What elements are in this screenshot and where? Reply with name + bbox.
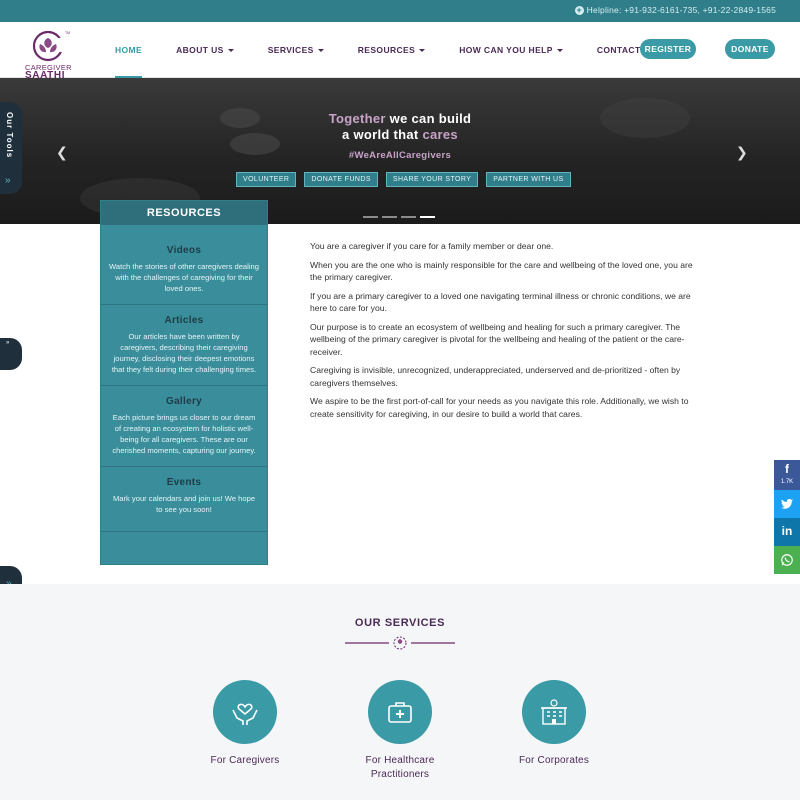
intro-paragraph: Our purpose is to create an ecosystem of… [310, 321, 685, 357]
register-button[interactable]: REGISTER [640, 39, 696, 59]
nav-resources[interactable]: RESOURCES [347, 22, 436, 78]
nav-services-label: SERVICES [267, 45, 314, 55]
donate-button[interactable]: DONATE [725, 39, 775, 59]
top-bar: + Helpline: +91-932-6161-735, +91-22-284… [0, 0, 800, 22]
resources-section-text: Each picture brings us closer to our dre… [112, 413, 256, 455]
resources-gallery[interactable]: Gallery Each picture brings us closer to… [101, 386, 267, 467]
twitter-icon [781, 498, 793, 509]
share-your-story-button[interactable]: SHARE YOUR STORY [385, 172, 479, 187]
nav-about-us-label: ABOUT US [176, 45, 224, 55]
main-nav: HOME ABOUT US SERVICES RESOURCES HOW CAN… [104, 22, 679, 78]
carousel-dot-active[interactable] [420, 216, 435, 218]
hero-heading-line1: Together we can build [0, 111, 800, 126]
hero-highlight-together: Together [328, 111, 386, 126]
resources-section-text: Our articles have been written by caregi… [111, 332, 257, 374]
facebook-share-button[interactable]: f 1.7K [774, 460, 800, 490]
service-for-healthcare-practitioners[interactable]: For Healthcare Practitioners [335, 680, 465, 782]
helpline[interactable]: + Helpline: +91-932-6161-735, +91-22-284… [574, 4, 776, 15]
service-label: For Caregivers [210, 755, 280, 766]
service-label: For Healthcare Practitioners [365, 755, 435, 780]
our-tools-tab[interactable]: Our Tools » [0, 102, 22, 194]
carousel-next-icon[interactable]: ❯ [736, 144, 748, 161]
intro-paragraph: If you are a primary caregiver to a love… [310, 290, 691, 314]
nav-services[interactable]: SERVICES [257, 22, 335, 78]
whatsapp-icon [781, 554, 793, 566]
resources-articles[interactable]: Articles Our articles have been written … [101, 305, 267, 386]
carousel-indicators [363, 216, 435, 218]
resources-panel: RESOURCES Videos Watch the stories of ot… [100, 200, 268, 565]
double-chevron-right-icon: » [6, 340, 10, 346]
intro-paragraph: Caregiving is invisible, unrecognized, u… [310, 365, 681, 388]
nav-home-label: HOME [115, 45, 143, 55]
trademark: TM [65, 31, 70, 35]
carousel-prev-icon[interactable]: ❮ [56, 144, 68, 161]
nav-how-can-you-help[interactable]: HOW CAN YOU HELP [448, 22, 574, 78]
resources-section-title: Events [166, 477, 202, 488]
nav-about-us[interactable]: ABOUT US [165, 22, 245, 78]
hero-buttons: VOLUNTEER DONATE FUNDS SHARE YOUR STORY … [236, 172, 571, 187]
resources-events[interactable]: Events Mark your calendars and join us! … [101, 467, 267, 532]
hero-heading-line1-rest: we can build [385, 111, 472, 126]
donate-funds-button[interactable]: DONATE FUNDS [304, 172, 378, 187]
whatsapp-share-button[interactable] [774, 546, 800, 574]
resources-section-text: Watch the stories of other caregivers de… [109, 262, 259, 293]
caret-down-icon [556, 49, 563, 53]
helpline-text: Helpline: +91-932-6161-735, +91-22-2849-… [586, 5, 776, 15]
caret-down-icon [317, 49, 324, 53]
side-tab[interactable]: » [0, 338, 22, 370]
carousel-dot[interactable] [401, 216, 416, 218]
resources-videos[interactable]: Videos Watch the stories of other caregi… [101, 225, 267, 305]
twitter-share-button[interactable] [774, 490, 800, 518]
intro-paragraph: When you are the one who is mainly respo… [310, 259, 693, 283]
hero-heading-line2-start: a world that [342, 127, 423, 142]
caret-down-icon [419, 49, 426, 53]
service-for-caregivers[interactable]: For Caregivers [180, 680, 310, 768]
resources-section-title: Gallery [165, 396, 202, 407]
intro-content: You are a caregiver if you care for a fa… [310, 240, 702, 426]
caret-down-icon [227, 49, 234, 53]
resources-section-title: Articles [164, 315, 204, 326]
resources-section-title: Videos [166, 245, 202, 256]
nav-help-label: HOW CAN YOU HELP [459, 45, 553, 55]
hero-heading-line2: a world that cares [0, 127, 800, 142]
our-tools-label: Our Tools [5, 112, 14, 159]
navbar: TM CAREGIVER SAATHI HOME ABOUT US SERVIC… [0, 22, 800, 81]
intro-paragraph: We aspire to be the first port-of-call f… [310, 396, 689, 419]
facebook-icon: f [785, 462, 789, 476]
carousel-dot[interactable] [363, 216, 378, 218]
facebook-share-count: 1.7K [780, 479, 794, 485]
nav-resources-label: RESOURCES [357, 45, 416, 55]
carousel-dot[interactable] [382, 216, 397, 218]
service-for-corporates[interactable]: For Corporates [489, 680, 619, 768]
medical-kit-icon [368, 680, 432, 744]
hands-heart-icon [213, 680, 277, 744]
hero-highlight-cares: cares [422, 127, 458, 142]
services-section: OUR SERVICES For Caregivers For Healthca… [0, 584, 800, 800]
partner-with-us-button[interactable]: PARTNER WITH US [486, 172, 571, 187]
volunteer-button[interactable]: VOLUNTEER [236, 172, 297, 187]
plus-circle-icon: + [574, 4, 584, 15]
hero-hashtag: #WeAreAllCaregivers [348, 150, 452, 161]
services-title: OUR SERVICES [354, 617, 446, 629]
service-label: For Corporates [518, 755, 590, 766]
double-chevron-right-icon: » [5, 175, 11, 186]
intro-paragraph: You are a caregiver if you care for a fa… [310, 241, 554, 251]
linkedin-icon: in [781, 524, 793, 538]
building-icon [522, 680, 586, 744]
nav-home[interactable]: HOME [104, 22, 153, 78]
services-divider [345, 636, 455, 650]
resources-section-text: Mark your calendars and join us! We hope… [112, 494, 256, 514]
resources-title: RESOURCES [101, 201, 267, 225]
linkedin-share-button[interactable]: in [774, 518, 800, 546]
